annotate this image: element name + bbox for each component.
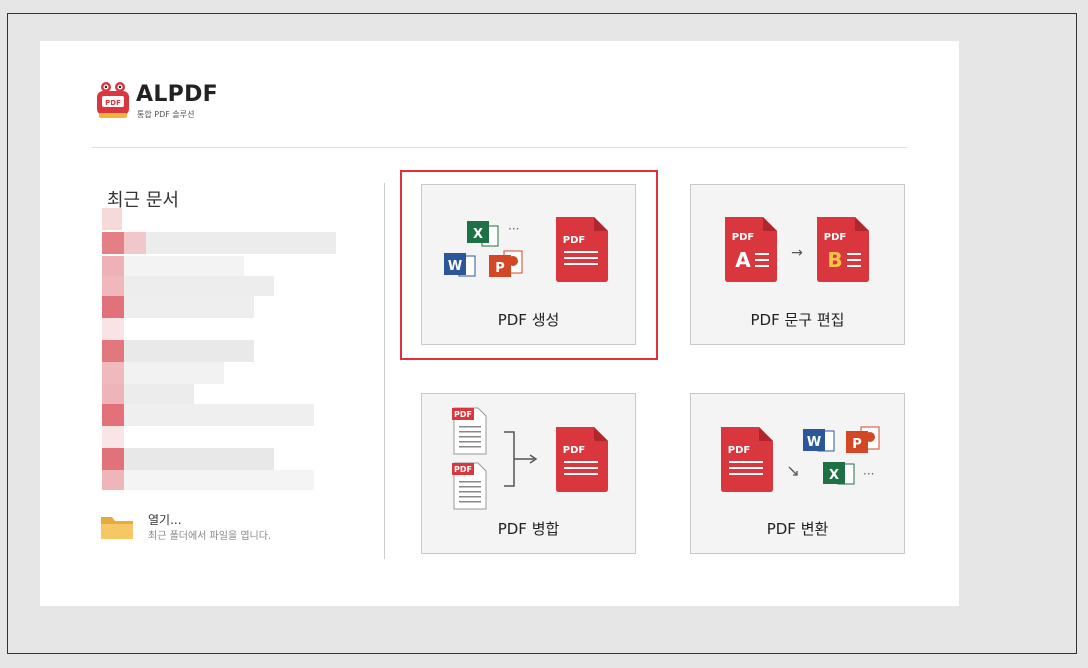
small-pdf-doc-icon: PDF <box>452 462 487 510</box>
arrow-icon: → <box>791 245 803 261</box>
pdf-edit-card[interactable]: PDF A → PDF B PDF 문구 편집 <box>690 184 905 345</box>
arrow-down-right-icon <box>788 466 798 476</box>
svg-text:PDF: PDF <box>563 445 585 456</box>
svg-text:X: X <box>829 468 839 483</box>
svg-text:A: A <box>735 248 751 272</box>
svg-text:PDF: PDF <box>728 445 750 456</box>
svg-text:PDF: PDF <box>454 410 472 419</box>
list-item[interactable] <box>102 340 124 362</box>
recent-documents-list <box>102 208 342 490</box>
app-subtitle: 통합 PDF 솔루션 <box>137 110 195 119</box>
list-item[interactable] <box>102 448 124 470</box>
svg-text:PDF: PDF <box>105 99 121 107</box>
pdf-document-icon: PDF <box>556 427 608 492</box>
svg-text:B: B <box>827 248 842 272</box>
header-divider <box>92 147 907 148</box>
open-label: 열기... <box>148 513 182 527</box>
pdf-document-icon: PDF <box>721 427 773 492</box>
pdf-a-icon: PDF A <box>725 217 777 282</box>
word-icon: W <box>803 429 835 452</box>
pdf-merge-label: PDF 병합 <box>497 520 560 538</box>
open-description: 최근 폴더에서 파일을 엽니다. <box>148 531 272 542</box>
alpdf-logo-icon: PDF <box>97 82 129 118</box>
list-item[interactable] <box>102 404 124 426</box>
svg-text:PDF: PDF <box>454 465 472 474</box>
svg-text:W: W <box>807 435 821 450</box>
pdf-b-icon: PDF B <box>817 217 869 282</box>
section-divider <box>384 183 385 559</box>
ppt-icon: P <box>846 426 880 453</box>
svg-text:P: P <box>852 437 862 452</box>
svg-text:PDF: PDF <box>824 232 846 243</box>
pdf-convert-label: PDF 변환 <box>766 520 829 538</box>
app-title: ALPDF <box>136 82 218 107</box>
selection-highlight <box>400 170 658 360</box>
svg-text:PDF: PDF <box>732 232 754 243</box>
pdf-merge-card[interactable]: PDF PDF PDF PDF 병합 <box>421 393 636 554</box>
pdf-convert-card[interactable]: PDF W P X ··· PDF 변환 <box>690 393 905 554</box>
folder-icon <box>101 517 133 539</box>
list-item[interactable] <box>102 208 122 230</box>
ellipsis-text: ··· <box>863 467 874 481</box>
list-item[interactable] <box>102 296 124 318</box>
list-item[interactable] <box>102 232 124 254</box>
excel-icon: X <box>823 462 855 485</box>
open-file-button[interactable]: 열기... 최근 폴더에서 파일을 엽니다. <box>100 511 340 551</box>
pdf-edit-label: PDF 문구 편집 <box>750 311 845 329</box>
small-pdf-doc-icon: PDF <box>452 407 487 455</box>
merge-bracket-icon <box>504 431 534 487</box>
